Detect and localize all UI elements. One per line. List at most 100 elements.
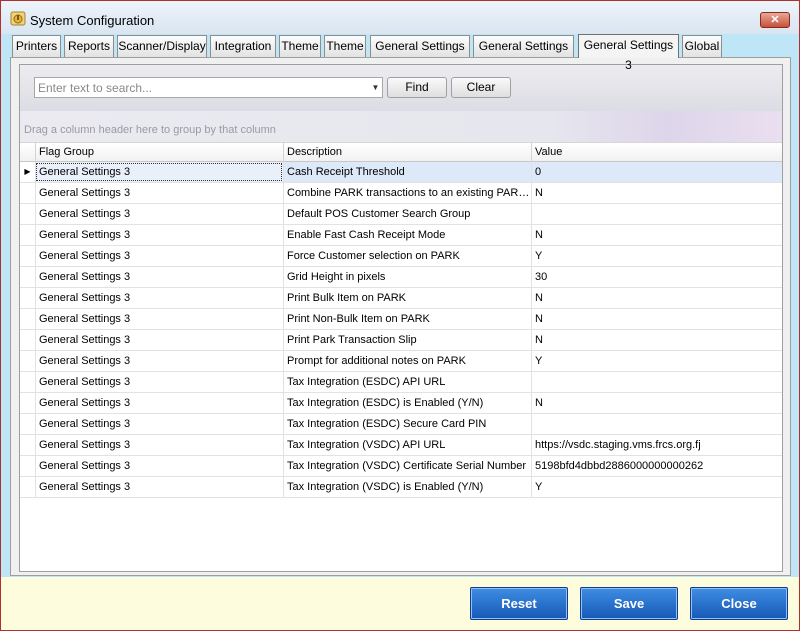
cell-flag-group[interactable]: General Settings 3 (35, 330, 283, 350)
row-selector[interactable] (20, 393, 35, 413)
window-close-button[interactable]: ✕ (760, 12, 790, 28)
clear-button[interactable]: Clear (451, 77, 511, 98)
tab-scanner-display[interactable]: Scanner/Display (117, 35, 207, 57)
cell-description[interactable]: Print Bulk Item on PARK (283, 288, 531, 308)
tab-theme-1[interactable]: Theme (279, 35, 321, 57)
find-button[interactable]: Find (387, 77, 447, 98)
cell-flag-group[interactable]: General Settings 3 (35, 246, 283, 266)
cell-flag-group[interactable]: General Settings 3 (35, 372, 283, 392)
tab-theme-2[interactable]: Theme (324, 35, 366, 57)
cell-value[interactable]: Y (531, 477, 782, 497)
cell-flag-group[interactable]: General Settings 3 (35, 477, 283, 497)
cell-flag-group[interactable]: General Settings 3 (35, 225, 283, 245)
cell-flag-group[interactable]: General Settings 3 (35, 204, 283, 224)
row-selector[interactable] (20, 246, 35, 266)
cell-value[interactable] (531, 372, 782, 392)
cell-value[interactable]: N (531, 309, 782, 329)
row-selector[interactable] (20, 330, 35, 350)
cell-flag-group[interactable]: General Settings 3 (35, 267, 283, 287)
cell-value[interactable]: 5198bfd4dbbd2886000000000262 (531, 456, 782, 476)
table-row[interactable]: General Settings 3 Print Park Transaction… (20, 330, 782, 351)
row-selector[interactable] (20, 414, 35, 434)
cell-flag-group[interactable]: General Settings 3 (35, 414, 283, 434)
cell-flag-group[interactable]: General Settings 3 (35, 288, 283, 308)
row-selector[interactable] (20, 225, 35, 245)
tab-global[interactable]: Global (682, 35, 722, 57)
table-row[interactable]: General Settings 3 Tax Integration (VSDC)… (20, 435, 782, 456)
table-row[interactable]: General Settings 3 Tax Integration (VSDC)… (20, 477, 782, 498)
cell-flag-group[interactable]: General Settings 3 (35, 162, 283, 182)
table-row[interactable]: General Settings 3 Enable Fast Cash Recei… (20, 225, 782, 246)
row-selector[interactable] (20, 183, 35, 203)
tab-reports[interactable]: Reports (64, 35, 114, 57)
column-header-description[interactable]: Description (283, 143, 531, 162)
cell-description[interactable]: Default POS Customer Search Group (283, 204, 531, 224)
cell-flag-group[interactable]: General Settings 3 (35, 309, 283, 329)
cell-description[interactable]: Prompt for additional notes on PARK (283, 351, 531, 371)
row-selector[interactable] (20, 267, 35, 287)
tab-general-settings-1[interactable]: General Settings 1 (370, 35, 470, 73)
search-input[interactable] (35, 78, 365, 97)
save-button[interactable]: Save (580, 587, 678, 620)
row-selector[interactable] (20, 456, 35, 476)
cell-description[interactable]: Tax Integration (ESDC) API URL (283, 372, 531, 392)
cell-value[interactable]: N (531, 225, 782, 245)
cell-value[interactable]: N (531, 288, 782, 308)
cell-value[interactable]: 0 (531, 162, 782, 182)
cell-value[interactable]: N (531, 330, 782, 350)
column-header-flag-group[interactable]: Flag Group (35, 143, 283, 162)
cell-description[interactable]: Cash Receipt Threshold (283, 162, 531, 182)
cell-description[interactable]: Tax Integration (ESDC) is Enabled (Y/N) (283, 393, 531, 413)
row-selector[interactable] (20, 288, 35, 308)
reset-button[interactable]: Reset (470, 587, 568, 620)
tab-general-settings-2[interactable]: General Settings 2 (473, 35, 574, 73)
row-selector[interactable] (20, 204, 35, 224)
title-bar[interactable]: System Configuration ✕ (1, 1, 799, 34)
cell-description[interactable]: Print Park Transaction Slip (283, 330, 531, 350)
table-row[interactable]: General Settings 3 Tax Integration (ESDC)… (20, 414, 782, 435)
row-selector[interactable] (20, 435, 35, 455)
table-row[interactable]: ▶ General Settings 3 Cash Receipt Threshol… (20, 162, 782, 183)
cell-description[interactable]: Grid Height in pixels (283, 267, 531, 287)
cell-description[interactable]: Enable Fast Cash Receipt Mode (283, 225, 531, 245)
cell-value[interactable]: 30 (531, 267, 782, 287)
row-selector[interactable] (20, 351, 35, 371)
table-row[interactable]: General Settings 3 Tax Integration (ESDC)… (20, 372, 782, 393)
tab-integration[interactable]: Integration (210, 35, 276, 57)
cell-description[interactable]: Tax Integration (VSDC) API URL (283, 435, 531, 455)
cell-description[interactable]: Combine PARK transactions to an existing… (283, 183, 531, 203)
row-selector[interactable] (20, 309, 35, 329)
table-row[interactable]: General Settings 3 Tax Integration (ESDC)… (20, 393, 782, 414)
tab-general-settings-3[interactable]: General Settings 3 (578, 34, 679, 72)
cell-value[interactable]: https://vsdc.staging.vms.frcs.org.fj (531, 435, 782, 455)
cell-value[interactable]: N (531, 393, 782, 413)
close-button[interactable]: Close (690, 587, 788, 620)
table-row[interactable]: General Settings 3 Print Bulk Item on PAR… (20, 288, 782, 309)
cell-flag-group[interactable]: General Settings 3 (35, 456, 283, 476)
cell-value[interactable] (531, 204, 782, 224)
row-indicator-icon[interactable]: ▶ (20, 162, 35, 182)
row-selector[interactable] (20, 372, 35, 392)
search-combobox[interactable]: ▼ (34, 77, 383, 98)
cell-description[interactable]: Tax Integration (VSDC) Certificate Seria… (283, 456, 531, 476)
cell-description[interactable]: Force Customer selection on PARK (283, 246, 531, 266)
table-row[interactable]: General Settings 3 Tax Integration (VSDC)… (20, 456, 782, 477)
cell-value[interactable]: N (531, 183, 782, 203)
cell-value[interactable] (531, 414, 782, 434)
column-header-value[interactable]: Value (531, 143, 782, 162)
table-row[interactable]: General Settings 3 Prompt for additional … (20, 351, 782, 372)
table-row[interactable]: General Settings 3 Default POS Customer S… (20, 204, 782, 225)
table-row[interactable]: General Settings 3 Grid Height in pixels 3… (20, 267, 782, 288)
table-row[interactable]: General Settings 3 Print Non-Bulk Item on… (20, 309, 782, 330)
tab-printers[interactable]: Printers (12, 35, 61, 57)
table-row[interactable]: General Settings 3 Force Customer selecti… (20, 246, 782, 267)
cell-flag-group[interactable]: General Settings 3 (35, 435, 283, 455)
dropdown-arrow-icon[interactable]: ▼ (368, 78, 383, 97)
cell-description[interactable]: Print Non-Bulk Item on PARK (283, 309, 531, 329)
cell-flag-group[interactable]: General Settings 3 (35, 183, 283, 203)
row-selector[interactable] (20, 477, 35, 497)
cell-description[interactable]: Tax Integration (ESDC) Secure Card PIN (283, 414, 531, 434)
table-row[interactable]: General Settings 3 Combine PARK transacti… (20, 183, 782, 204)
cell-description[interactable]: Tax Integration (VSDC) is Enabled (Y/N) (283, 477, 531, 497)
cell-value[interactable]: Y (531, 351, 782, 371)
